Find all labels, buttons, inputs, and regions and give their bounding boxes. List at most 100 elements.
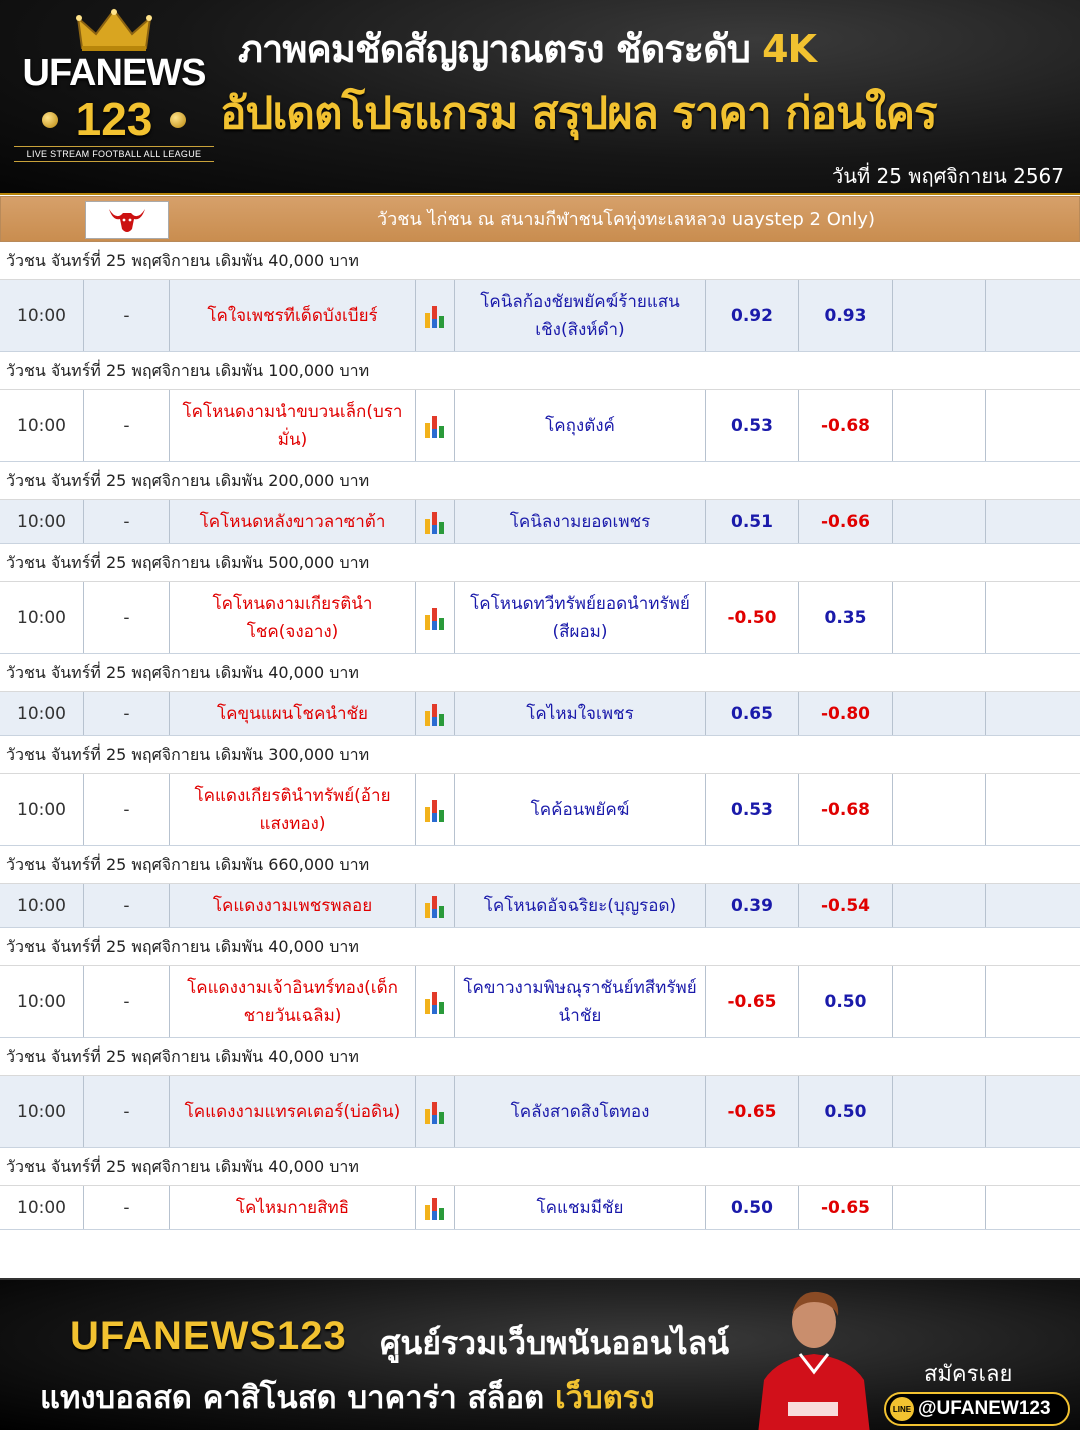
match-score: -: [84, 774, 170, 845]
line-contact-button[interactable]: LINE @UFANEW123: [884, 1392, 1070, 1426]
empty-odds-cell: [986, 1186, 1080, 1229]
odds-home[interactable]: -0.65: [706, 1076, 799, 1147]
match-score: -: [84, 1186, 170, 1229]
headline-quality: ภาพคมชัดสัญญาณตรง ชัดระดับ 4K: [238, 18, 817, 79]
home-team[interactable]: โคโหนดงามนำขบวนเล็ก(บรามั่น): [170, 390, 416, 461]
odds-away[interactable]: -0.54: [799, 884, 893, 927]
logo-tagline: LIVE STREAM FOOTBALL ALL LEAGUE: [14, 146, 214, 162]
odds-away[interactable]: 0.35: [799, 582, 893, 653]
match-row[interactable]: 10:00- โคโหนดงามเกียรตินำโชค(จงอาง) โคโหนด…: [0, 582, 1080, 654]
match-row[interactable]: 10:00- โคโหนดหลังขาวลาซาต้า โคนิลงามยอดเพช…: [0, 500, 1080, 544]
match-row[interactable]: 10:00- โคใจเพชรทีเด็ดบังเบียร์ โคนิลก้องชั…: [0, 280, 1080, 352]
match-score: -: [84, 692, 170, 735]
odds-away[interactable]: -0.80: [799, 692, 893, 735]
empty-odds-cell: [893, 1186, 986, 1229]
signup-label: สมัครเลย: [924, 1362, 1013, 1387]
match-row[interactable]: 10:00- โคขุนแผนโชคนำชัย โคไหมใจเพชร 0.65 -0.…: [0, 692, 1080, 736]
empty-odds-cell: [893, 884, 986, 927]
stats-chart-icon[interactable]: [416, 1186, 455, 1229]
match-score: -: [84, 500, 170, 543]
match-group-heading: วัวชน จันทร์ที่ 25 พฤศจิกายน เดิมพัน 40,…: [0, 928, 1080, 966]
match-score: -: [84, 966, 170, 1037]
away-team[interactable]: โคค้อนพยัคฆ์: [455, 774, 706, 845]
match-row[interactable]: 10:00- โคโหนดงามนำขบวนเล็ก(บรามั่น) โคถุงต…: [0, 390, 1080, 462]
footer-services-text: แทงบอลสด คาสิโนสด บาคาร่า สล็อต: [40, 1380, 555, 1416]
odds-away[interactable]: -0.68: [799, 774, 893, 845]
stats-chart-icon[interactable]: [416, 692, 455, 735]
match-row[interactable]: 10:00- โคแดงงามเพชรพลอย โคโหนดอัจฉริยะ(บุญ…: [0, 884, 1080, 928]
empty-odds-cell: [986, 884, 1080, 927]
odds-home[interactable]: -0.50: [706, 582, 799, 653]
odds-away[interactable]: 0.93: [799, 280, 893, 351]
match-time: 10:00: [0, 1076, 84, 1147]
home-team[interactable]: โคโหนดงามเกียรตินำโชค(จงอาง): [170, 582, 416, 653]
home-team[interactable]: โคแดงงามเพชรพลอย: [170, 884, 416, 927]
stats-chart-icon[interactable]: [416, 500, 455, 543]
match-group-heading: วัวชน จันทร์ที่ 25 พฤศจิกายน เดิมพัน 200…: [0, 462, 1080, 500]
home-team[interactable]: โคแดงงามแทรคเตอร์(บ่อดิน): [170, 1076, 416, 1147]
footer-direct-web: เว็บตรง: [554, 1380, 655, 1416]
odds-away[interactable]: -0.65: [799, 1186, 893, 1229]
footer-slogan: ศูนย์รวมเว็บพนันออนไลน์: [380, 1324, 730, 1362]
empty-odds-cell: [986, 1076, 1080, 1147]
odds-home[interactable]: 0.39: [706, 884, 799, 927]
odds-away[interactable]: 0.50: [799, 966, 893, 1037]
odds-home[interactable]: -0.65: [706, 966, 799, 1037]
crown-icon: [76, 8, 152, 51]
home-team[interactable]: โคขุนแผนโชคนำชัย: [170, 692, 416, 735]
away-team[interactable]: โคขาวงามพิษณุราชันย์ทสีทรัพย์นำชัย: [455, 966, 706, 1037]
empty-odds-cell: [893, 692, 986, 735]
match-score: -: [84, 884, 170, 927]
stats-chart-icon[interactable]: [416, 774, 455, 845]
odds-away[interactable]: -0.66: [799, 500, 893, 543]
match-row[interactable]: 10:00- โคไหมกายสิทธิ โคแชมมีชัย 0.50 -0.65: [0, 1186, 1080, 1230]
match-time: 10:00: [0, 884, 84, 927]
ufanews-logo[interactable]: UFANEWS 123 LIVE STREAM FOOTBALL ALL LEA…: [14, 8, 214, 183]
home-team[interactable]: โคใจเพชรทีเด็ดบังเบียร์: [170, 280, 416, 351]
match-row[interactable]: 10:00- โคแดงงามเจ้าอินทร์ทอง(เด็กชายวันเฉ…: [0, 966, 1080, 1038]
match-time: 10:00: [0, 500, 84, 543]
empty-odds-cell: [986, 966, 1080, 1037]
footer-banner: UFANEWS123 ศูนย์รวมเว็บพนันออนไลน์ แทงบอ…: [0, 1278, 1080, 1430]
empty-odds-cell: [986, 582, 1080, 653]
stats-chart-icon[interactable]: [416, 280, 455, 351]
odds-home[interactable]: 0.65: [706, 692, 799, 735]
match-time: 10:00: [0, 1186, 84, 1229]
home-team[interactable]: โคโหนดหลังขาวลาซาต้า: [170, 500, 416, 543]
stats-chart-icon[interactable]: [416, 884, 455, 927]
league-header[interactable]: วัวชน ไก่ชน ณ สนามกีฬาชนโคทุ่งทะเลหลวง u…: [0, 196, 1080, 242]
football-icon: [170, 112, 186, 128]
match-group-heading: วัวชน จันทร์ที่ 25 พฤศจิกายน เดิมพัน 40,…: [0, 654, 1080, 692]
away-team[interactable]: โคถุงตังค์: [455, 390, 706, 461]
odds-home[interactable]: 0.53: [706, 390, 799, 461]
odds-home[interactable]: 0.50: [706, 1186, 799, 1229]
match-group-heading: วัวชน จันทร์ที่ 25 พฤศจิกายน เดิมพัน 100…: [0, 352, 1080, 390]
odds-away[interactable]: 0.50: [799, 1076, 893, 1147]
match-row[interactable]: 10:00- โคแดงเกียรตินำทรัพย์(อ้ายแสงทอง) โค…: [0, 774, 1080, 846]
stats-chart-icon[interactable]: [416, 582, 455, 653]
stats-chart-icon[interactable]: [416, 390, 455, 461]
header-banner: UFANEWS 123 LIVE STREAM FOOTBALL ALL LEA…: [0, 0, 1080, 195]
line-id: @UFANEW123: [918, 1398, 1051, 1419]
away-team[interactable]: โคแชมมีชัย: [455, 1186, 706, 1229]
odds-home[interactable]: 0.51: [706, 500, 799, 543]
home-team[interactable]: โคไหมกายสิทธิ: [170, 1186, 416, 1229]
home-team[interactable]: โคแดงเกียรตินำทรัพย์(อ้ายแสงทอง): [170, 774, 416, 845]
home-team[interactable]: โคแดงงามเจ้าอินทร์ทอง(เด็กชายวันเฉลิม): [170, 966, 416, 1037]
odds-home[interactable]: 0.92: [706, 280, 799, 351]
stats-chart-icon[interactable]: [416, 966, 455, 1037]
empty-odds-cell: [986, 500, 1080, 543]
odds-home[interactable]: 0.53: [706, 774, 799, 845]
away-team[interactable]: โคนิลก้องชัยพยัคฆ์ร้ายแสนเชิง(สิงห์ดำ): [455, 280, 706, 351]
footer-services: แทงบอลสด คาสิโนสด บาคาร่า สล็อต เว็บตรง: [40, 1372, 655, 1422]
headline-update: อัปเดตโปรแกรม สรุปผล ราคา ก่อนใคร: [220, 88, 938, 139]
odds-away[interactable]: -0.68: [799, 390, 893, 461]
away-team[interactable]: โคไหมใจเพชร: [455, 692, 706, 735]
match-time: 10:00: [0, 692, 84, 735]
stats-chart-icon[interactable]: [416, 1076, 455, 1147]
away-team[interactable]: โคลังสาดสิงโตทอง: [455, 1076, 706, 1147]
match-row[interactable]: 10:00- โคแดงงามแทรคเตอร์(บ่อดิน) โคลังสาดส…: [0, 1076, 1080, 1148]
away-team[interactable]: โคนิลงามยอดเพชร: [455, 500, 706, 543]
away-team[interactable]: โคโหนดทวีทรัพย์ยอดนำทรัพย์ (สีผอม): [455, 582, 706, 653]
away-team[interactable]: โคโหนดอัจฉริยะ(บุญรอด): [455, 884, 706, 927]
